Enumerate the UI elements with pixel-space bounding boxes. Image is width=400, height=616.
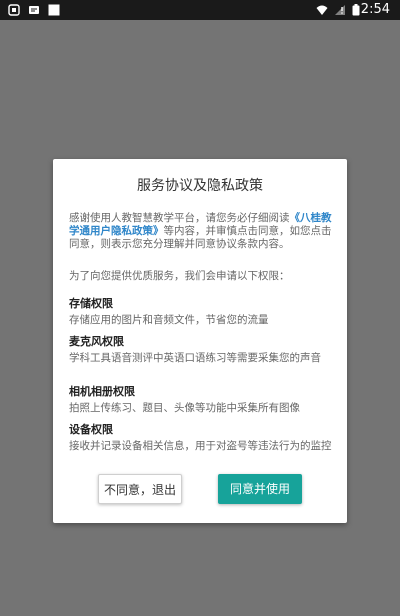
intro-text-start: 感谢使用人教智慧教学平台，请您务必仔细阅读: [69, 212, 290, 224]
permission-title-device: 设备权限: [69, 423, 113, 436]
agree-and-use-button[interactable]: 同意并使用: [218, 474, 302, 504]
decline-exit-button[interactable]: 不同意，退出: [98, 474, 182, 504]
intro-text: 感谢使用人教智慧教学平台，请您务必仔细阅读《八桂教学通用户隐私政策》等内容，并审…: [69, 212, 333, 251]
app-notification-icon: [8, 4, 20, 16]
permission-title-camera: 相机相册权限: [69, 385, 135, 398]
white-square-icon: [48, 4, 60, 16]
permission-desc-camera: 拍照上传练习、题目、头像等功能中采集所有图像: [69, 402, 300, 414]
permission-title-microphone: 麦克风权限: [69, 335, 124, 348]
clock-time: 2:54: [360, 2, 390, 17]
permission-desc-storage: 存储应用的图片和音频文件，节省您的流量: [69, 314, 269, 326]
wifi-icon: [316, 5, 328, 15]
permission-desc-microphone: 学科工具语音测评中英语口语练习等需要采集您的声音: [69, 352, 321, 364]
permission-notice: 为了向您提供优质服务，我们会申请以下权限：: [69, 270, 290, 282]
dialog-title: 服务协议及隐私政策: [137, 178, 263, 194]
no-sim-icon: [335, 5, 345, 15]
permission-desc-device: 接收并记录设备相关信息，用于对盗号等违法行为的监控: [69, 440, 332, 452]
status-bar: 2:54: [0, 0, 400, 20]
message-icon: [29, 6, 39, 14]
privacy-policy-dialog: 服务协议及隐私政策 感谢使用人教智慧教学平台，请您务必仔细阅读《八桂教学通用户隐…: [53, 159, 347, 523]
battery-icon: [352, 4, 360, 16]
permission-title-storage: 存储权限: [69, 297, 113, 310]
